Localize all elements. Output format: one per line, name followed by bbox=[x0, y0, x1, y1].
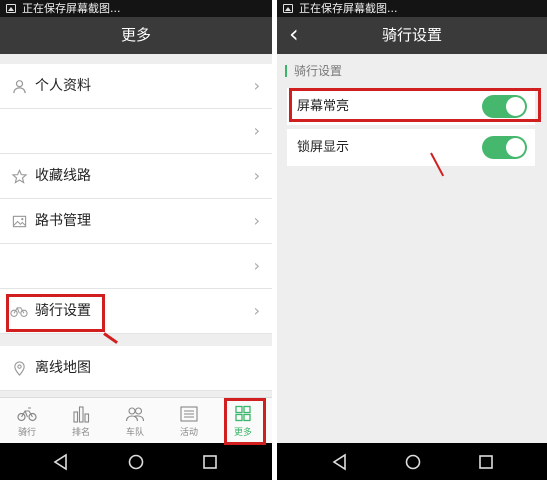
menu-item-favorite-routes[interactable]: 收藏线路 › bbox=[0, 154, 272, 199]
lock-screen-display-toggle[interactable] bbox=[482, 136, 527, 159]
recents-square-icon[interactable] bbox=[201, 453, 219, 471]
page-title: 骑行设置 bbox=[381, 26, 442, 44]
tab-more[interactable]: 更多 bbox=[216, 398, 270, 444]
recents-square-icon[interactable] bbox=[477, 453, 495, 471]
android-nav-bar bbox=[277, 443, 547, 480]
status-text: 正在保存屏幕截图... bbox=[22, 2, 121, 15]
chevron-right-icon: › bbox=[253, 301, 260, 320]
grid-icon bbox=[233, 405, 253, 423]
menu-item-label: 骑行设置 bbox=[35, 303, 91, 319]
back-triangle-icon[interactable] bbox=[52, 453, 70, 471]
section-title: 骑行设置 bbox=[294, 64, 343, 78]
setting-row-keep-screen-on: 屏幕常亮 bbox=[287, 88, 535, 125]
chevron-right-icon: › bbox=[253, 256, 260, 275]
tab-ride[interactable]: 骑行 bbox=[0, 398, 54, 444]
bottom-tab-bar: 骑行 排名 车队 活动 更多 bbox=[0, 397, 272, 443]
setting-label: 屏幕常亮 bbox=[297, 99, 350, 114]
menu-item-label: 路书管理 bbox=[35, 213, 91, 229]
menu-item-label: 离线地图 bbox=[35, 360, 91, 376]
home-circle-icon[interactable] bbox=[127, 453, 145, 471]
home-circle-icon[interactable] bbox=[404, 453, 422, 471]
status-bar: 正在保存屏幕截图... bbox=[277, 0, 547, 17]
section-header: 骑行设置 bbox=[277, 54, 547, 88]
chevron-right-icon: › bbox=[253, 121, 260, 140]
tab-label: 骑行 bbox=[17, 428, 36, 438]
group-icon bbox=[125, 405, 145, 423]
bicycle-icon bbox=[10, 304, 28, 319]
menu-item-label: 个人资料 bbox=[35, 78, 91, 94]
menu-item-roadbook[interactable]: 路书管理 › bbox=[0, 199, 272, 244]
page-title: 更多 bbox=[0, 17, 272, 54]
back-arrow-icon[interactable]: ‹ bbox=[289, 17, 315, 54]
bar-chart-icon bbox=[71, 405, 91, 423]
chevron-right-icon: › bbox=[253, 211, 260, 230]
back-triangle-icon[interactable] bbox=[331, 453, 349, 471]
menu-list: 个人资料 › › 收藏线路 › 路书管理 › › 骑行设置 › 离线地图 bbox=[0, 54, 272, 443]
menu-item-profile[interactable]: 个人资料 › bbox=[0, 64, 272, 109]
menu-item-offline-map[interactable]: 离线地图 bbox=[0, 346, 272, 391]
section-accent-bar bbox=[285, 65, 287, 77]
keep-screen-on-toggle[interactable] bbox=[482, 95, 527, 118]
location-pin-icon bbox=[12, 361, 27, 376]
status-bar: 正在保存屏幕截图... bbox=[0, 0, 272, 17]
star-icon bbox=[12, 169, 27, 184]
left-screen: 正在保存屏幕截图... 更多 个人资料 › › 收藏线路 › 路书管理 › › … bbox=[0, 0, 272, 480]
chevron-right-icon: › bbox=[253, 166, 260, 185]
screenshot-icon bbox=[6, 4, 16, 13]
tab-label: 活动 bbox=[179, 428, 198, 438]
tab-events[interactable]: 活动 bbox=[162, 398, 216, 444]
chevron-right-icon: › bbox=[253, 76, 260, 95]
right-screen: 正在保存屏幕截图... ‹ 骑行设置 骑行设置 屏幕常亮 锁屏显示 bbox=[277, 0, 547, 480]
setting-row-lock-screen-display: 锁屏显示 bbox=[287, 129, 535, 166]
menu-item-blank[interactable]: › bbox=[0, 244, 272, 289]
toggle-knob bbox=[506, 138, 525, 157]
toggle-knob bbox=[506, 97, 525, 116]
page-title-bar: ‹ 骑行设置 bbox=[277, 17, 547, 54]
tab-label: 车队 bbox=[125, 428, 144, 438]
tab-team[interactable]: 车队 bbox=[108, 398, 162, 444]
menu-item-ride-settings[interactable]: 骑行设置 › bbox=[0, 289, 272, 334]
screenshot-icon bbox=[283, 4, 293, 13]
setting-label: 锁屏显示 bbox=[297, 140, 350, 155]
list-icon bbox=[179, 405, 199, 423]
menu-item-blank[interactable]: › bbox=[0, 109, 272, 154]
person-icon bbox=[12, 79, 27, 94]
bicycle-icon bbox=[17, 405, 37, 423]
tab-ranking[interactable]: 排名 bbox=[54, 398, 108, 444]
menu-item-label: 收藏线路 bbox=[35, 168, 91, 184]
status-text: 正在保存屏幕截图... bbox=[299, 2, 398, 15]
tab-label: 排名 bbox=[71, 428, 90, 438]
map-image-icon bbox=[12, 214, 27, 229]
tab-label: 更多 bbox=[233, 428, 252, 438]
android-nav-bar bbox=[0, 443, 272, 480]
